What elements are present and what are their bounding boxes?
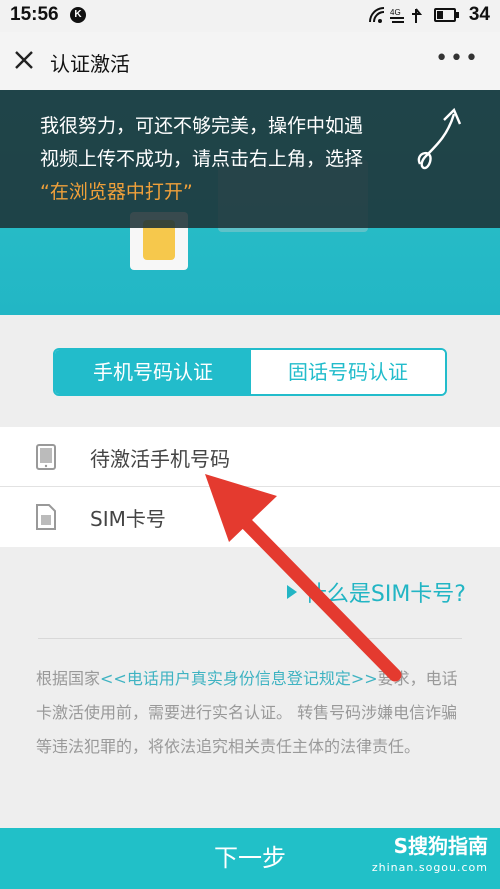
tip-line-3: “在浏览器中打开” xyxy=(40,181,193,203)
notice-prefix: 根据国家 xyxy=(36,669,101,688)
curved-arrow-icon xyxy=(417,107,462,170)
watermark-logo: S搜狗指南 xyxy=(393,834,488,858)
signal-icon: 4G xyxy=(368,6,430,30)
tip-line-2: 视频上传不成功，请点击右上角，选择 xyxy=(40,148,364,170)
close-icon[interactable] xyxy=(12,48,36,72)
more-menu-icon[interactable]: ••• xyxy=(435,46,480,71)
network-type: 4G xyxy=(390,8,401,17)
sim-card-icon xyxy=(36,504,56,530)
tab-landline-auth[interactable]: 固话号码认证 xyxy=(251,350,445,394)
k-app-icon: K xyxy=(70,7,86,23)
banner: 我很努力，可还不够完美，操作中如遇 视频上传不成功，请点击右上角，选择 “在浏览… xyxy=(0,90,500,315)
status-bar: 15:56 K 4G 34 xyxy=(0,0,500,32)
tip-line-1: 我很努力，可还不够完美，操作中如遇 xyxy=(40,115,364,137)
sogou-watermark: S搜狗指南 zhinan.sogou.com xyxy=(372,830,488,874)
annotation-arrow xyxy=(205,474,402,682)
battery-icon xyxy=(434,8,459,22)
status-time: 15:56 xyxy=(10,4,59,25)
phone-icon xyxy=(36,444,56,470)
auth-tabs: 手机号码认证 固话号码认证 xyxy=(53,348,447,396)
sim-number-placeholder: SIM卡号 xyxy=(90,507,166,531)
battery-level: 34 xyxy=(468,4,490,25)
browser-tip-overlay: 我很努力，可还不够完美，操作中如遇 视频上传不成功，请点击右上角，选择 “在浏览… xyxy=(0,90,500,228)
watermark-url: zhinan.sogou.com xyxy=(371,861,488,874)
title-bar: 认证激活 ••• xyxy=(0,32,500,90)
page-title: 认证激活 xyxy=(50,52,130,76)
browser-tip-text: 我很努力，可还不够完美，操作中如遇 视频上传不成功，请点击右上角，选择 “在浏览… xyxy=(40,110,363,209)
tab-mobile-auth[interactable]: 手机号码认证 xyxy=(55,350,251,394)
